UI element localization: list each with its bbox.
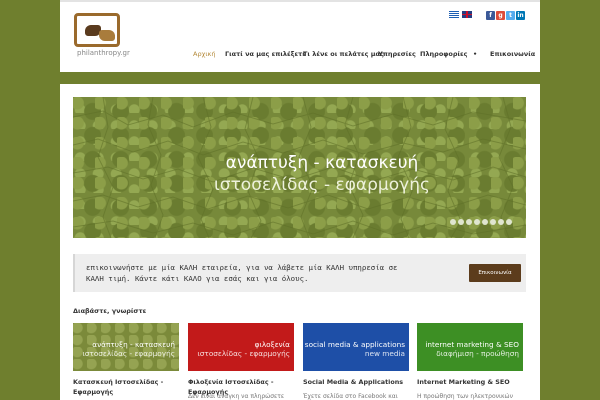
callout-text: επικοινωνήστε με μία ΚΑΛΗ εταιρεία, για … — [86, 263, 398, 283]
card-excerpt: Η προώθηση των ηλεκτρονικών — [417, 393, 513, 400]
card-title: ανάπτυξη - κατασκευή — [92, 340, 175, 349]
slider-dot[interactable] — [458, 219, 464, 225]
twitter-icon[interactable]: t — [506, 11, 515, 20]
hero-slider[interactable]: ανάπτυξη - κατασκευή ιστοσελίδας - εφαρμ… — [73, 97, 526, 238]
slider-dot[interactable] — [490, 219, 496, 225]
card-title: social media & applications — [304, 340, 405, 349]
hand-icon — [99, 30, 115, 41]
site-header: philanthropy.gr f g t in Αρχική Γιατί να… — [60, 0, 540, 72]
social-links: f g t in — [486, 11, 525, 20]
slide-subtitle: ιστοσελίδας - εφαρμογής — [214, 175, 430, 195]
slide-title: ανάπτυξη - κατασκευή — [225, 153, 419, 173]
card-subtitle: ιστοσελίδας - εφαρμογής — [82, 349, 175, 358]
card-subtitle: new media — [364, 349, 405, 358]
site-logo[interactable]: philanthropy.gr — [74, 13, 130, 59]
service-card-marketing[interactable]: internet marketing & SEO διαφήμιση - προ… — [417, 323, 523, 371]
card-excerpt: Δεν είναι ανάγκη να πληρώσετε — [188, 393, 285, 400]
slider-dot[interactable] — [482, 219, 488, 225]
nav-item-info[interactable]: Πληροφορίες — [420, 50, 468, 58]
facebook-icon[interactable]: f — [486, 11, 495, 20]
greek-flag-icon[interactable] — [449, 11, 459, 18]
card-excerpt: Έχετε σελίδα στο Facebook και — [303, 393, 398, 400]
header-top-border — [60, 0, 540, 2]
contact-callout: επικοινωνήστε με μία ΚΑΛΗ εταιρεία, για … — [73, 254, 526, 292]
section-title: Διαβάστε, γνωρίστε — [73, 307, 147, 315]
nav-item-testimonials[interactable]: Τι λένε οι πελάτες μας — [303, 50, 384, 58]
card-caption-link[interactable]: Internet Marketing & SEO — [417, 377, 523, 387]
slider-pagination — [450, 219, 512, 225]
slider-dot[interactable] — [506, 219, 512, 225]
service-card-social-media[interactable]: social media & applications new media — [303, 323, 409, 371]
card-caption-link[interactable]: Social Media & Applications — [303, 377, 409, 387]
slider-dot[interactable] — [450, 219, 456, 225]
slider-dot[interactable] — [466, 219, 472, 225]
logo-frame — [74, 13, 120, 47]
slider-dot[interactable] — [474, 219, 480, 225]
contact-button[interactable]: Επικοινωνία — [469, 264, 521, 282]
slider-dot[interactable] — [498, 219, 504, 225]
card-title: φιλοξενία — [254, 340, 290, 349]
logo-text: philanthropy.gr — [77, 49, 130, 57]
nav-separator: • — [473, 50, 478, 58]
nav-item-services[interactable]: Υπηρεσίες — [378, 50, 416, 58]
linkedin-icon[interactable]: in — [516, 11, 525, 20]
english-flag-icon[interactable] — [462, 11, 472, 18]
language-switcher — [449, 11, 472, 18]
service-card-development[interactable]: ανάπτυξη - κατασκευή ιστοσελίδας - εφαρμ… — [73, 323, 179, 371]
card-subtitle: ιστοσελίδας - εφαρμογής — [197, 349, 290, 358]
nav-item-contact[interactable]: Επικοινωνία — [490, 50, 535, 58]
card-subtitle: διαφήμιση - προώθηση — [436, 349, 519, 358]
nav-item-home[interactable]: Αρχική — [193, 50, 215, 58]
service-card-hosting[interactable]: φιλοξενία ιστοσελίδας - εφαρμογής — [188, 323, 294, 371]
nav-item-why-us[interactable]: Γιατί να μας επιλέξετε — [225, 50, 306, 58]
google-plus-icon[interactable]: g — [496, 11, 505, 20]
main-content: ανάπτυξη - κατασκευή ιστοσελίδας - εφαρμ… — [60, 84, 540, 400]
card-title: internet marketing & SEO — [425, 340, 519, 349]
card-caption-link[interactable]: Κατασκευή Ιστοσελίδας - Εφαρμογής — [73, 377, 179, 397]
